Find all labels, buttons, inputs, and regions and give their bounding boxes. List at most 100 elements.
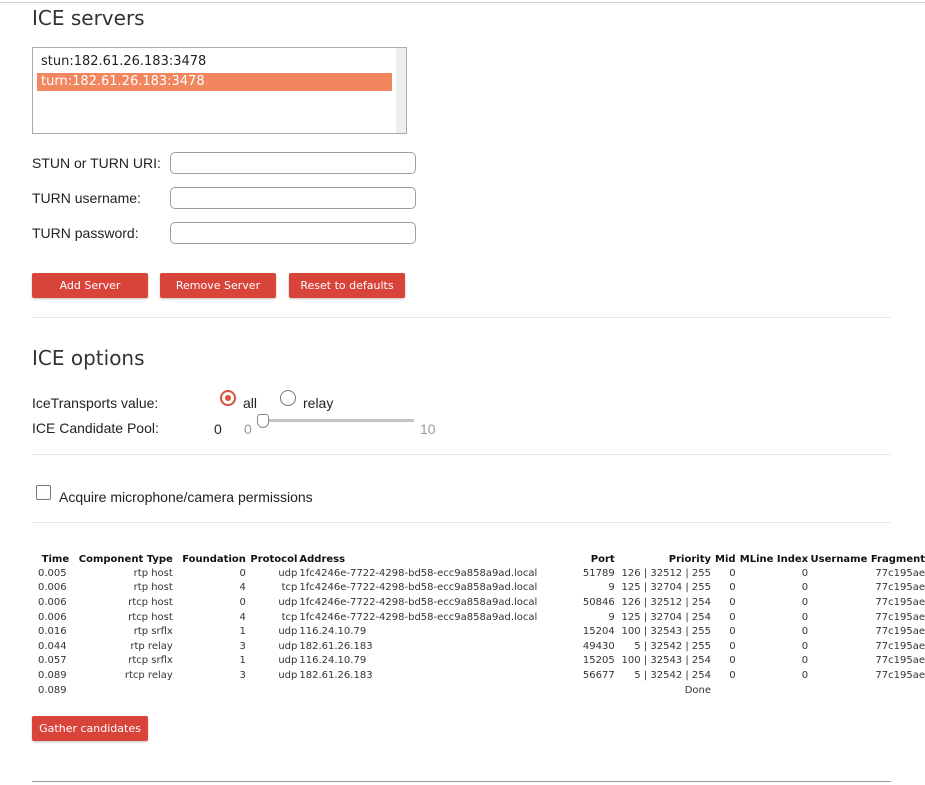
cell-component-type: rtcp host bbox=[128, 611, 173, 623]
turn-password-input[interactable] bbox=[170, 222, 416, 244]
gather-candidates-button[interactable]: Gather candidates bbox=[32, 716, 148, 741]
cell-time: 0.006 bbox=[38, 596, 67, 608]
cell-component-type: rtp host bbox=[133, 567, 173, 579]
cell-final-time: 0.089 bbox=[38, 684, 67, 696]
server-option-stun[interactable]: stun:182.61.26.183:3478 bbox=[37, 53, 392, 71]
cell-mline-index: 0 bbox=[801, 596, 809, 608]
permissions-checkbox[interactable] bbox=[36, 485, 51, 500]
transport-all-radio[interactable] bbox=[220, 390, 236, 406]
slider-handle[interactable] bbox=[257, 414, 269, 428]
slider-max-label: 10 bbox=[420, 421, 436, 437]
cell-mline-index: 0 bbox=[801, 626, 809, 638]
table-row: 0.044 rtp relay 3 udp 182.61.26.183 49430 5 | … bbox=[32, 639, 925, 654]
cell-foundation: 4 bbox=[239, 582, 246, 594]
candidate-pool-value: 0 bbox=[214, 421, 222, 437]
ice-servers-listbox[interactable]: stun:182.61.26.183:3478 turn:182.61.26.1… bbox=[32, 47, 407, 134]
header-port: Port bbox=[590, 553, 615, 565]
cell-address: 182.61.26.183 bbox=[299, 640, 373, 652]
cell-priority: 5 | 32542 | 254 bbox=[634, 669, 711, 681]
table-row: 0.057 rtcp srflx 1 udp 116.24.10.79 15205 100 … bbox=[32, 654, 925, 669]
empty-cell bbox=[246, 683, 300, 698]
stun-turn-uri-label: STUN or TURN URI: bbox=[32, 155, 161, 171]
table-row: 0.006 rtcp host 4 tcp 1fc4246e-7722-4298-bd5… bbox=[32, 610, 925, 625]
reset-defaults-button[interactable]: Reset to defaults bbox=[289, 273, 405, 298]
cell-username-fragment: 77c195ae bbox=[875, 611, 925, 623]
stun-turn-uri-input[interactable] bbox=[170, 152, 416, 174]
cell-priority: 125 | 32704 | 254 bbox=[621, 611, 711, 623]
empty-cell bbox=[711, 683, 736, 698]
cell-port: 15205 bbox=[582, 655, 615, 667]
cell-address: 182.61.26.183 bbox=[299, 669, 373, 681]
cell-port: 15204 bbox=[582, 626, 615, 638]
header-protocol: Protocol bbox=[250, 553, 298, 565]
cell-address: 1fc4246e-7722-4298-bd58-ecc9a858a9ad.loc… bbox=[299, 582, 538, 594]
header-username-fragment: Username Fragment bbox=[810, 553, 925, 565]
top-divider bbox=[0, 2, 925, 3]
cell-mid: 0 bbox=[729, 596, 736, 608]
cell-foundation: 1 bbox=[239, 655, 246, 667]
header-mline-index: MLine Index bbox=[739, 553, 809, 565]
header-time: Time bbox=[41, 553, 70, 565]
cell-foundation: 1 bbox=[239, 626, 246, 638]
cell-mline-index: 0 bbox=[801, 582, 809, 594]
cell-protocol: udp bbox=[278, 669, 298, 681]
table-row: 0.005 rtp host 0 udp 1fc4246e-7722-4298-bd58… bbox=[32, 566, 925, 581]
transport-all-label: all bbox=[243, 395, 258, 411]
cell-foundation: 3 bbox=[239, 669, 246, 681]
cell-username-fragment: 77c195ae bbox=[875, 567, 925, 579]
table-row: 0.006 rtcp host 0 udp 1fc4246e-7722-4298-bd5… bbox=[32, 595, 925, 610]
table-row: 0.006 rtp host 4 tcp 1fc4246e-7722-4298-bd58… bbox=[32, 581, 925, 596]
cell-time: 0.057 bbox=[38, 655, 67, 667]
add-server-button[interactable]: Add Server bbox=[32, 273, 148, 298]
header-address: Address bbox=[299, 553, 346, 565]
ice-servers-heading: ICE servers bbox=[32, 6, 145, 30]
cell-address: 1fc4246e-7722-4298-bd58-ecc9a858a9ad.loc… bbox=[299, 611, 538, 623]
bottom-divider bbox=[32, 781, 891, 782]
cell-component-type: rtp host bbox=[133, 582, 173, 594]
transport-relay-radio[interactable] bbox=[280, 390, 296, 406]
cell-username-fragment: 77c195ae bbox=[875, 582, 925, 594]
server-option-turn[interactable]: turn:182.61.26.183:3478 bbox=[37, 73, 392, 91]
empty-cell bbox=[79, 683, 173, 698]
cell-component-type: rtp srflx bbox=[133, 626, 173, 638]
empty-cell bbox=[173, 683, 246, 698]
cell-mline-index: 0 bbox=[801, 567, 809, 579]
cell-mid: 0 bbox=[729, 567, 736, 579]
cell-time: 0.006 bbox=[38, 611, 67, 623]
cell-username-fragment: 77c195ae bbox=[875, 626, 925, 638]
cell-protocol: tcp bbox=[281, 582, 298, 594]
listbox-scrollbar[interactable] bbox=[396, 48, 406, 133]
cell-port: 49430 bbox=[582, 640, 615, 652]
cell-priority: 100 | 32543 | 255 bbox=[621, 626, 711, 638]
cell-mline-index: 0 bbox=[801, 669, 809, 681]
cell-component-type: rtp relay bbox=[130, 640, 173, 652]
candidate-pool-slider[interactable] bbox=[262, 419, 414, 422]
cell-priority: 126 | 32512 | 255 bbox=[621, 567, 711, 579]
empty-cell bbox=[808, 683, 925, 698]
candidates-table: Time Component Type Foundation Protocol … bbox=[32, 552, 925, 697]
cell-time: 0.005 bbox=[38, 567, 67, 579]
cell-priority: 125 | 32704 | 255 bbox=[621, 582, 711, 594]
ice-options-heading: ICE options bbox=[32, 346, 145, 370]
remove-server-button[interactable]: Remove Server bbox=[160, 273, 276, 298]
cell-mid: 0 bbox=[729, 611, 736, 623]
cell-mid: 0 bbox=[729, 640, 736, 652]
table-header-row: Time Component Type Foundation Protocol … bbox=[32, 552, 925, 566]
cell-protocol: udp bbox=[278, 626, 298, 638]
cell-foundation: 4 bbox=[239, 611, 246, 623]
candidate-pool-label: ICE Candidate Pool: bbox=[32, 420, 159, 436]
turn-username-input[interactable] bbox=[170, 187, 416, 209]
header-foundation: Foundation bbox=[182, 553, 246, 565]
cell-port: 9 bbox=[608, 582, 615, 594]
turn-password-label: TURN password: bbox=[32, 225, 139, 241]
section-divider bbox=[32, 317, 891, 318]
cell-component-type: rtcp relay bbox=[124, 669, 173, 681]
cell-time: 0.044 bbox=[38, 640, 67, 652]
cell-priority: 5 | 32542 | 255 bbox=[634, 640, 711, 652]
gathering-done-label: Done bbox=[684, 684, 711, 696]
empty-cell bbox=[736, 683, 809, 698]
cell-mline-index: 0 bbox=[801, 611, 809, 623]
header-component-type: Component Type bbox=[78, 553, 173, 565]
section-divider bbox=[32, 522, 891, 523]
cell-port: 51789 bbox=[582, 567, 615, 579]
